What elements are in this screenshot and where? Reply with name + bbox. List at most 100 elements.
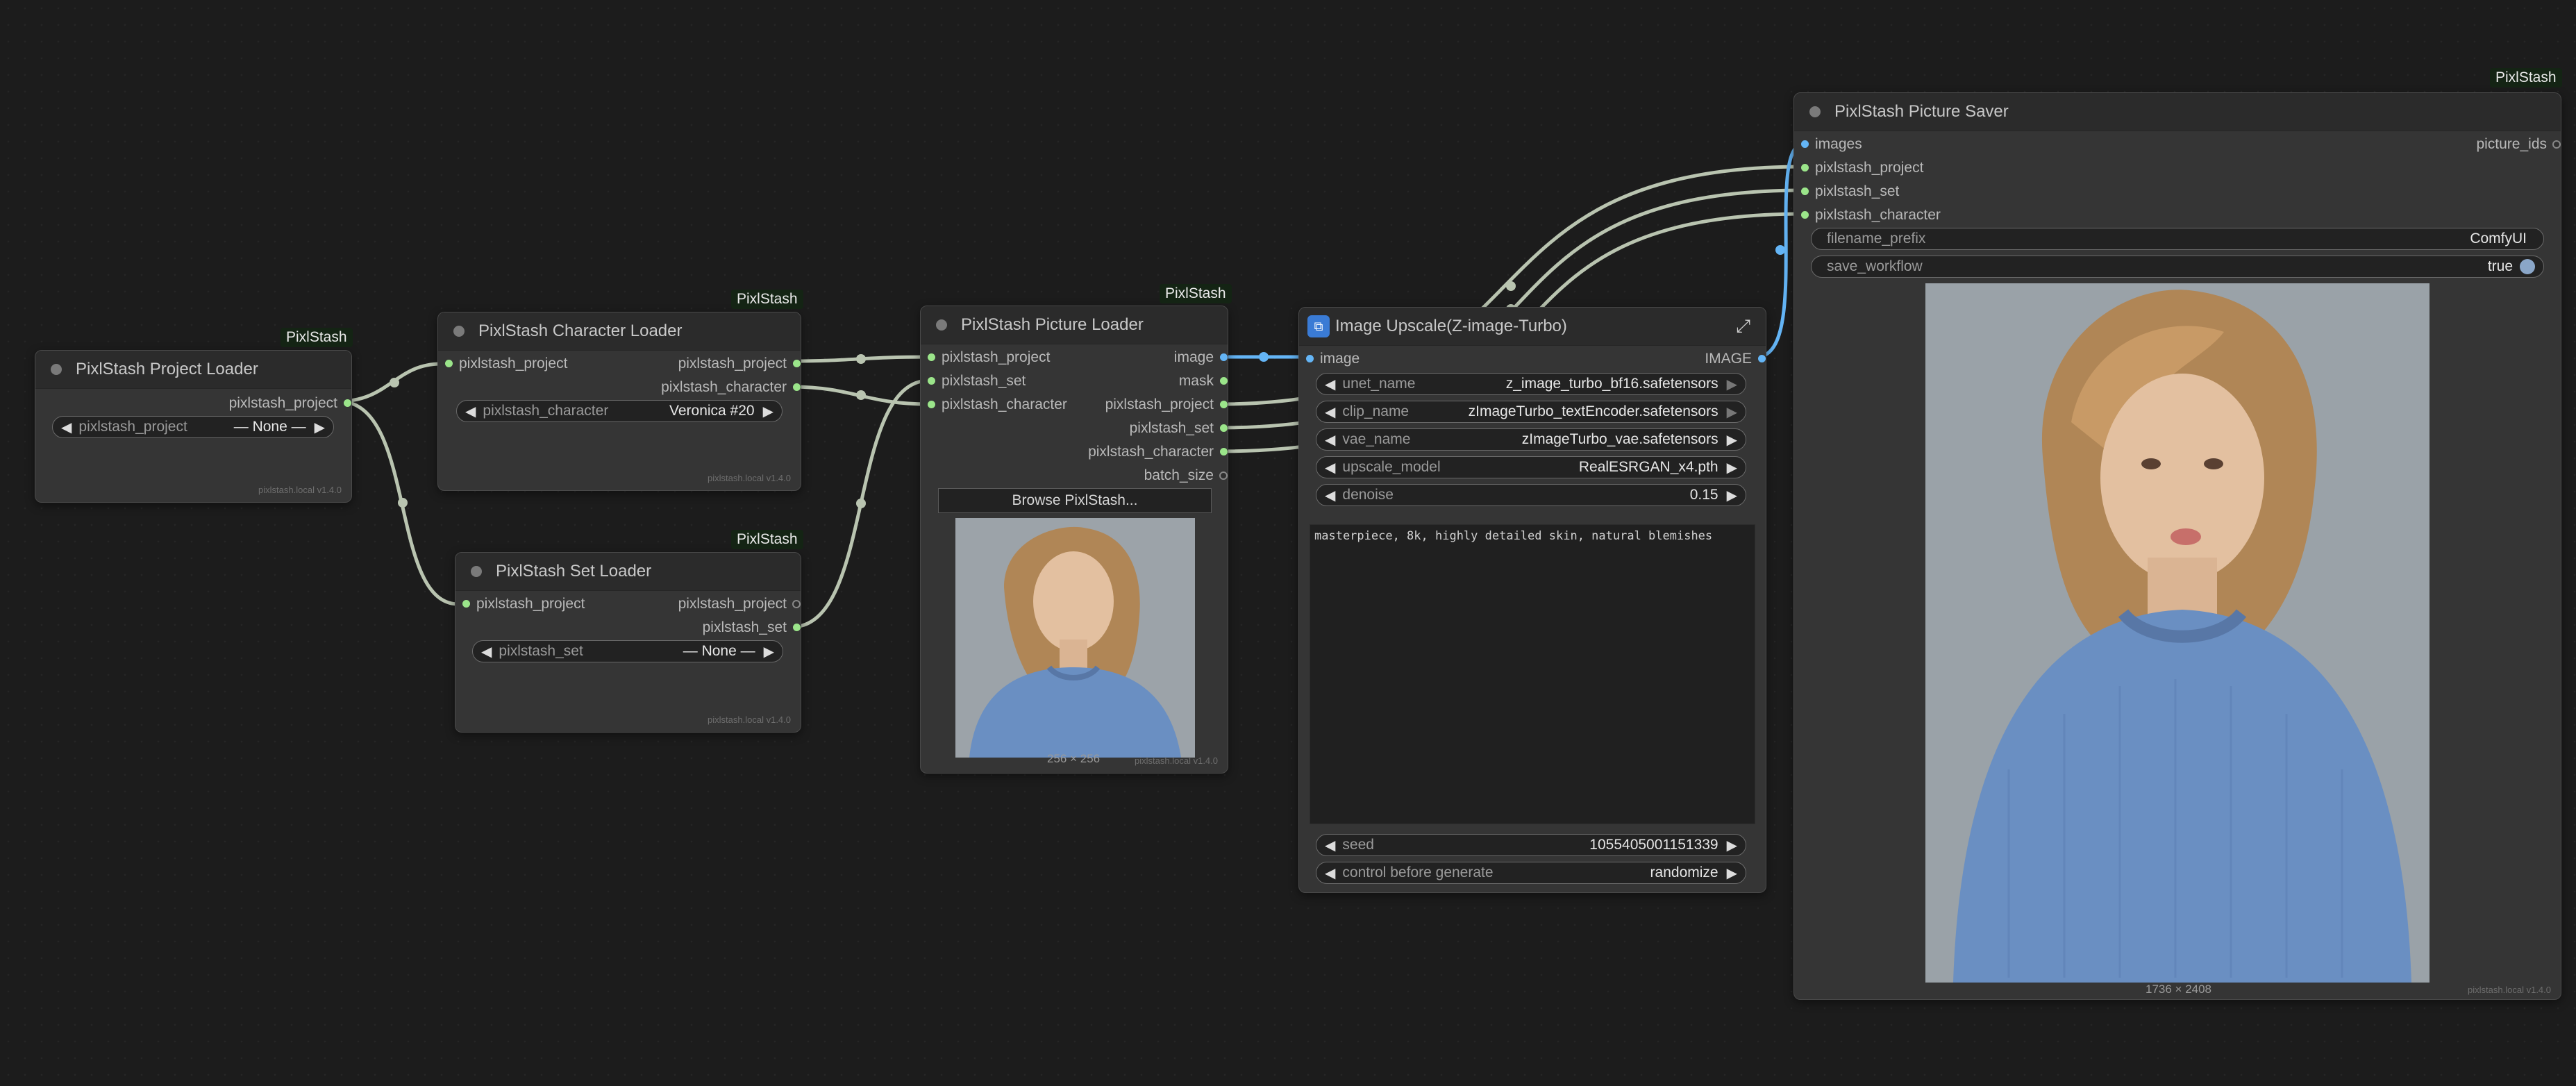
node-project-loader[interactable]: PixlStash Project Loader pixlstash_proje… bbox=[35, 350, 352, 503]
slot-dot-icon[interactable] bbox=[1306, 355, 1314, 362]
collapse-dot-icon[interactable] bbox=[936, 319, 947, 331]
arrow-left-icon[interactable]: ◀ bbox=[1325, 837, 1335, 854]
slot-dot-icon[interactable] bbox=[1219, 471, 1228, 480]
output-slot-character[interactable]: pixlstash_character bbox=[661, 379, 801, 396]
output-slot-project[interactable]: pixlstash_project bbox=[1105, 396, 1228, 413]
browse-pixlstash-button[interactable]: Browse PixlStash... bbox=[938, 488, 1212, 513]
arrow-left-icon[interactable]: ◀ bbox=[481, 643, 492, 660]
output-slot-project[interactable]: pixlstash_project bbox=[678, 356, 801, 372]
combo-upscale-model[interactable]: ◀ upscale_model RealESRGAN_x4.pth ▶ bbox=[1316, 456, 1746, 478]
collapse-dot-icon[interactable] bbox=[1809, 106, 1821, 117]
output-slot-character[interactable]: pixlstash_character bbox=[1088, 444, 1228, 460]
arrow-right-icon[interactable]: ▶ bbox=[1727, 376, 1737, 393]
node-character-loader[interactable]: PixlStash Character Loader pixlstash_pro… bbox=[437, 312, 801, 491]
slot-dot-icon[interactable] bbox=[793, 383, 801, 391]
output-slot-batch-size[interactable]: batch_size bbox=[1144, 467, 1228, 484]
arrow-right-icon[interactable]: ▶ bbox=[1727, 459, 1737, 476]
slot-dot-icon[interactable] bbox=[1220, 353, 1228, 361]
slot-dot-icon[interactable] bbox=[1220, 377, 1228, 385]
slot-dot-icon[interactable] bbox=[1801, 164, 1809, 172]
output-slot-image[interactable]: image bbox=[1174, 349, 1228, 366]
collapse-dot-icon[interactable] bbox=[453, 326, 465, 337]
input-slot-character[interactable]: pixlstash_character bbox=[1801, 207, 1941, 224]
node-set-loader[interactable]: PixlStash Set Loader pixlstash_project p… bbox=[455, 552, 801, 733]
arrow-right-icon[interactable]: ▶ bbox=[1727, 864, 1737, 882]
output-slot-set[interactable]: pixlstash_set bbox=[1130, 420, 1228, 437]
arrow-left-icon[interactable]: ◀ bbox=[61, 419, 72, 436]
node-title-bar[interactable]: PixlStash Project Loader bbox=[35, 351, 351, 389]
slot-dot-icon[interactable] bbox=[1220, 401, 1228, 408]
node-title-bar[interactable]: PixlStash Picture Loader bbox=[921, 306, 1228, 344]
slot-dot-icon[interactable] bbox=[792, 600, 801, 608]
slot-dot-icon[interactable] bbox=[928, 377, 935, 385]
slot-dot-icon[interactable] bbox=[344, 399, 351, 407]
arrow-right-icon[interactable]: ▶ bbox=[1727, 431, 1737, 449]
input-slot-set[interactable]: pixlstash_set bbox=[1801, 183, 1899, 200]
toggle-knob-icon[interactable] bbox=[2520, 259, 2535, 274]
expand-icon[interactable]: ⤢ bbox=[1736, 315, 1750, 337]
node-title-bar[interactable]: ⧉ Image Upscale(Z-image-Turbo) ⤢ bbox=[1299, 308, 1766, 346]
output-slot-project[interactable]: pixlstash_project bbox=[678, 596, 801, 612]
slot-dot-icon[interactable] bbox=[1801, 140, 1809, 148]
input-slot-image[interactable]: image bbox=[1306, 351, 1360, 367]
text-filename-prefix[interactable]: filename_prefix ComfyUI bbox=[1811, 228, 2544, 250]
arrow-right-icon[interactable]: ▶ bbox=[315, 419, 325, 436]
combo-pixlstash-project[interactable]: ◀ pixlstash_project — None — ▶ bbox=[52, 416, 334, 438]
node-picture-loader[interactable]: PixlStash Picture Loader pixlstash_proje… bbox=[920, 306, 1228, 774]
slot-dot-icon[interactable] bbox=[1220, 424, 1228, 432]
arrow-right-icon[interactable]: ▶ bbox=[764, 643, 774, 660]
slot-dot-icon[interactable] bbox=[1220, 448, 1228, 456]
slot-dot-icon[interactable] bbox=[445, 360, 453, 367]
slot-dot-icon[interactable] bbox=[1758, 355, 1766, 362]
slot-label: pixlstash_character bbox=[661, 379, 787, 395]
input-slot-project[interactable]: pixlstash_project bbox=[928, 349, 1050, 366]
toggle-save-workflow[interactable]: save_workflow true bbox=[1811, 256, 2544, 278]
output-slot-image[interactable]: IMAGE bbox=[1705, 351, 1766, 367]
slot-dot-icon[interactable] bbox=[928, 353, 935, 361]
prompt-textarea[interactable]: masterpiece, 8k, highly detailed skin, n… bbox=[1310, 524, 1755, 824]
arrow-left-icon[interactable]: ◀ bbox=[1325, 459, 1335, 476]
combo-pixlstash-set[interactable]: ◀ pixlstash_set — None — ▶ bbox=[472, 640, 783, 662]
arrow-right-icon[interactable]: ▶ bbox=[763, 403, 773, 420]
input-slot-project[interactable]: pixlstash_project bbox=[462, 596, 585, 612]
arrow-left-icon[interactable]: ◀ bbox=[1325, 864, 1335, 882]
combo-vae-name[interactable]: ◀ vae_name zImageTurbo_vae.safetensors ▶ bbox=[1316, 428, 1746, 451]
slot-dot-icon[interactable] bbox=[462, 600, 470, 608]
slot-dot-icon[interactable] bbox=[793, 360, 801, 367]
input-slot-images[interactable]: images bbox=[1801, 136, 1862, 153]
number-seed[interactable]: ◀ seed 1055405001151339 ▶ bbox=[1316, 834, 1746, 856]
output-slot-picture-ids[interactable]: picture_ids bbox=[2476, 136, 2561, 153]
arrow-left-icon[interactable]: ◀ bbox=[1325, 431, 1335, 449]
arrow-left-icon[interactable]: ◀ bbox=[465, 403, 476, 420]
input-slot-project[interactable]: pixlstash_project bbox=[445, 356, 567, 372]
node-title-bar[interactable]: PixlStash Picture Saver bbox=[1794, 93, 2561, 131]
arrow-right-icon[interactable]: ▶ bbox=[1727, 487, 1737, 504]
collapse-dot-icon[interactable] bbox=[471, 566, 482, 577]
slot-dot-icon[interactable] bbox=[1801, 211, 1809, 219]
slot-dot-icon[interactable] bbox=[793, 624, 801, 631]
arrow-left-icon[interactable]: ◀ bbox=[1325, 403, 1335, 421]
collapse-dot-icon[interactable] bbox=[51, 364, 62, 375]
arrow-left-icon[interactable]: ◀ bbox=[1325, 376, 1335, 393]
output-slot-set[interactable]: pixlstash_set bbox=[703, 619, 801, 636]
combo-pixlstash-character[interactable]: ◀ pixlstash_character Veronica #20 ▶ bbox=[456, 400, 783, 422]
arrow-left-icon[interactable]: ◀ bbox=[1325, 487, 1335, 504]
node-image-upscale[interactable]: ⧉ Image Upscale(Z-image-Turbo) ⤢ image I… bbox=[1298, 307, 1766, 893]
arrow-right-icon[interactable]: ▶ bbox=[1727, 403, 1737, 421]
input-slot-project[interactable]: pixlstash_project bbox=[1801, 160, 1923, 176]
output-slot-mask[interactable]: mask bbox=[1179, 373, 1228, 390]
input-slot-set[interactable]: pixlstash_set bbox=[928, 373, 1026, 390]
combo-clip-name[interactable]: ◀ clip_name zImageTurbo_textEncoder.safe… bbox=[1316, 401, 1746, 423]
number-denoise[interactable]: ◀ denoise 0.15 ▶ bbox=[1316, 484, 1746, 506]
output-slot-project[interactable]: pixlstash_project bbox=[229, 395, 351, 412]
node-picture-saver[interactable]: PixlStash Picture Saver images pixlstash… bbox=[1793, 92, 2561, 1000]
combo-control-before-generate[interactable]: ◀ control before generate randomize ▶ bbox=[1316, 862, 1746, 884]
node-title-bar[interactable]: PixlStash Character Loader bbox=[438, 312, 801, 351]
combo-unet-name[interactable]: ◀ unet_name z_image_turbo_bf16.safetenso… bbox=[1316, 373, 1746, 395]
slot-dot-icon[interactable] bbox=[2552, 140, 2561, 149]
slot-dot-icon[interactable] bbox=[928, 401, 935, 408]
slot-dot-icon[interactable] bbox=[1801, 187, 1809, 195]
input-slot-character[interactable]: pixlstash_character bbox=[928, 396, 1067, 413]
node-title-bar[interactable]: PixlStash Set Loader bbox=[455, 553, 801, 591]
arrow-right-icon[interactable]: ▶ bbox=[1727, 837, 1737, 854]
